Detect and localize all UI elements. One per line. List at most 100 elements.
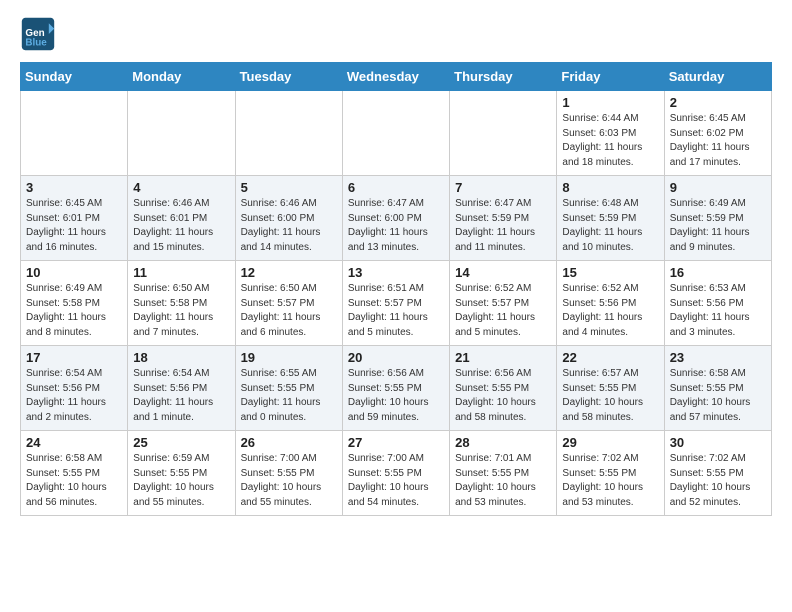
- calendar-cell: [235, 91, 342, 176]
- day-info: Sunrise: 6:59 AM Sunset: 5:55 PM Dayligh…: [133, 452, 229, 510]
- calendar-cell: [21, 91, 128, 176]
- day-number: 28: [455, 435, 551, 450]
- weekday-header-wednesday: Wednesday: [342, 63, 449, 91]
- day-info: Sunrise: 6:47 AM Sunset: 6:00 PM Dayligh…: [348, 197, 444, 255]
- day-number: 24: [26, 435, 122, 450]
- day-info: Sunrise: 7:01 AM Sunset: 5:55 PM Dayligh…: [455, 452, 551, 510]
- day-info: Sunrise: 6:53 AM Sunset: 5:56 PM Dayligh…: [670, 282, 766, 340]
- calendar-cell: 13 Sunrise: 6:51 AM Sunset: 5:57 PM Dayli…: [342, 261, 449, 346]
- page: Gen Blue SundayMondayTuesdayWednesdayThu…: [0, 0, 792, 526]
- calendar-cell: 2 Sunrise: 6:45 AM Sunset: 6:02 PM Daylig…: [664, 91, 771, 176]
- day-number: 12: [241, 265, 337, 280]
- day-info: Sunrise: 6:52 AM Sunset: 5:56 PM Dayligh…: [562, 282, 658, 340]
- day-info: Sunrise: 6:51 AM Sunset: 5:57 PM Dayligh…: [348, 282, 444, 340]
- day-number: 14: [455, 265, 551, 280]
- day-info: Sunrise: 6:54 AM Sunset: 5:56 PM Dayligh…: [26, 367, 122, 425]
- day-info: Sunrise: 6:45 AM Sunset: 6:02 PM Dayligh…: [670, 112, 766, 170]
- calendar-cell: 8 Sunrise: 6:48 AM Sunset: 5:59 PM Daylig…: [557, 176, 664, 261]
- week-row-3: 10Sunrise: 6:49 AM Sunset: 5:58 PM Dayli…: [21, 261, 772, 346]
- day-info: Sunrise: 6:55 AM Sunset: 5:55 PM Dayligh…: [241, 367, 337, 425]
- day-info: Sunrise: 6:52 AM Sunset: 5:57 PM Dayligh…: [455, 282, 551, 340]
- calendar-cell: 6 Sunrise: 6:47 AM Sunset: 6:00 PM Daylig…: [342, 176, 449, 261]
- day-number: 15: [562, 265, 658, 280]
- day-number: 6: [348, 180, 444, 195]
- day-number: 25: [133, 435, 229, 450]
- day-number: 23: [670, 350, 766, 365]
- day-number: 4: [133, 180, 229, 195]
- week-row-2: 3 Sunrise: 6:45 AM Sunset: 6:01 PM Daylig…: [21, 176, 772, 261]
- calendar-cell: 7 Sunrise: 6:47 AM Sunset: 5:59 PM Daylig…: [450, 176, 557, 261]
- calendar-cell: 10Sunrise: 6:49 AM Sunset: 5:58 PM Dayli…: [21, 261, 128, 346]
- day-info: Sunrise: 7:00 AM Sunset: 5:55 PM Dayligh…: [241, 452, 337, 510]
- calendar-cell: 21Sunrise: 6:56 AM Sunset: 5:55 PM Dayli…: [450, 346, 557, 431]
- day-number: 17: [26, 350, 122, 365]
- calendar-cell: 23Sunrise: 6:58 AM Sunset: 5:55 PM Dayli…: [664, 346, 771, 431]
- week-row-4: 17 Sunrise: 6:54 AM Sunset: 5:56 PM Dayli…: [21, 346, 772, 431]
- day-info: Sunrise: 6:46 AM Sunset: 6:01 PM Dayligh…: [133, 197, 229, 255]
- day-number: 26: [241, 435, 337, 450]
- day-info: Sunrise: 6:54 AM Sunset: 5:56 PM Dayligh…: [133, 367, 229, 425]
- day-info: Sunrise: 6:48 AM Sunset: 5:59 PM Dayligh…: [562, 197, 658, 255]
- calendar-cell: 14 Sunrise: 6:52 AM Sunset: 5:57 PM Dayli…: [450, 261, 557, 346]
- calendar-cell: 27 Sunrise: 7:00 AM Sunset: 5:55 PM Dayli…: [342, 431, 449, 516]
- calendar-cell: 11 Sunrise: 6:50 AM Sunset: 5:58 PM Dayli…: [128, 261, 235, 346]
- calendar-cell: 9Sunrise: 6:49 AM Sunset: 5:59 PM Daylig…: [664, 176, 771, 261]
- day-info: Sunrise: 6:56 AM Sunset: 5:55 PM Dayligh…: [455, 367, 551, 425]
- day-number: 16: [670, 265, 766, 280]
- week-row-1: 1 Sunrise: 6:44 AM Sunset: 6:03 PM Daylig…: [21, 91, 772, 176]
- calendar-cell: 17 Sunrise: 6:54 AM Sunset: 5:56 PM Dayli…: [21, 346, 128, 431]
- calendar-cell: 18 Sunrise: 6:54 AM Sunset: 5:56 PM Dayli…: [128, 346, 235, 431]
- weekday-header-row: SundayMondayTuesdayWednesdayThursdayFrid…: [21, 63, 772, 91]
- day-number: 11: [133, 265, 229, 280]
- day-info: Sunrise: 7:00 AM Sunset: 5:55 PM Dayligh…: [348, 452, 444, 510]
- day-number: 27: [348, 435, 444, 450]
- day-info: Sunrise: 6:47 AM Sunset: 5:59 PM Dayligh…: [455, 197, 551, 255]
- day-number: 19: [241, 350, 337, 365]
- calendar-cell: [128, 91, 235, 176]
- day-info: Sunrise: 6:58 AM Sunset: 5:55 PM Dayligh…: [26, 452, 122, 510]
- svg-text:Blue: Blue: [25, 38, 47, 49]
- day-info: Sunrise: 7:02 AM Sunset: 5:55 PM Dayligh…: [562, 452, 658, 510]
- day-number: 3: [26, 180, 122, 195]
- weekday-header-saturday: Saturday: [664, 63, 771, 91]
- day-number: 18: [133, 350, 229, 365]
- logo-area: Gen Blue: [20, 16, 60, 52]
- calendar-cell: 20 Sunrise: 6:56 AM Sunset: 5:55 PM Dayli…: [342, 346, 449, 431]
- calendar-cell: 26 Sunrise: 7:00 AM Sunset: 5:55 PM Dayli…: [235, 431, 342, 516]
- weekday-header-monday: Monday: [128, 63, 235, 91]
- weekday-header-friday: Friday: [557, 63, 664, 91]
- calendar-cell: 5 Sunrise: 6:46 AM Sunset: 6:00 PM Daylig…: [235, 176, 342, 261]
- day-number: 9: [670, 180, 766, 195]
- calendar-cell: 28 Sunrise: 7:01 AM Sunset: 5:55 PM Dayli…: [450, 431, 557, 516]
- day-number: 20: [348, 350, 444, 365]
- day-number: 30: [670, 435, 766, 450]
- day-info: Sunrise: 6:49 AM Sunset: 5:58 PM Dayligh…: [26, 282, 122, 340]
- day-info: Sunrise: 6:50 AM Sunset: 5:58 PM Dayligh…: [133, 282, 229, 340]
- calendar-cell: 1 Sunrise: 6:44 AM Sunset: 6:03 PM Daylig…: [557, 91, 664, 176]
- day-number: 7: [455, 180, 551, 195]
- day-info: Sunrise: 6:56 AM Sunset: 5:55 PM Dayligh…: [348, 367, 444, 425]
- day-number: 22: [562, 350, 658, 365]
- day-info: Sunrise: 7:02 AM Sunset: 5:55 PM Dayligh…: [670, 452, 766, 510]
- day-number: 29: [562, 435, 658, 450]
- weekday-header-sunday: Sunday: [21, 63, 128, 91]
- day-number: 2: [670, 95, 766, 110]
- day-info: Sunrise: 6:44 AM Sunset: 6:03 PM Dayligh…: [562, 112, 658, 170]
- day-info: Sunrise: 6:45 AM Sunset: 6:01 PM Dayligh…: [26, 197, 122, 255]
- calendar-cell: 15 Sunrise: 6:52 AM Sunset: 5:56 PM Dayli…: [557, 261, 664, 346]
- day-number: 8: [562, 180, 658, 195]
- weekday-header-thursday: Thursday: [450, 63, 557, 91]
- calendar-cell: 30 Sunrise: 7:02 AM Sunset: 5:55 PM Dayli…: [664, 431, 771, 516]
- day-number: 5: [241, 180, 337, 195]
- header: Gen Blue: [20, 16, 772, 52]
- calendar-cell: 22Sunrise: 6:57 AM Sunset: 5:55 PM Dayli…: [557, 346, 664, 431]
- week-row-5: 24 Sunrise: 6:58 AM Sunset: 5:55 PM Dayli…: [21, 431, 772, 516]
- day-number: 13: [348, 265, 444, 280]
- calendar-cell: 3 Sunrise: 6:45 AM Sunset: 6:01 PM Daylig…: [21, 176, 128, 261]
- calendar-cell: 25 Sunrise: 6:59 AM Sunset: 5:55 PM Dayli…: [128, 431, 235, 516]
- day-number: 1: [562, 95, 658, 110]
- day-info: Sunrise: 6:46 AM Sunset: 6:00 PM Dayligh…: [241, 197, 337, 255]
- calendar-cell: 24 Sunrise: 6:58 AM Sunset: 5:55 PM Dayli…: [21, 431, 128, 516]
- calendar-cell: 16 Sunrise: 6:53 AM Sunset: 5:56 PM Dayli…: [664, 261, 771, 346]
- weekday-header-tuesday: Tuesday: [235, 63, 342, 91]
